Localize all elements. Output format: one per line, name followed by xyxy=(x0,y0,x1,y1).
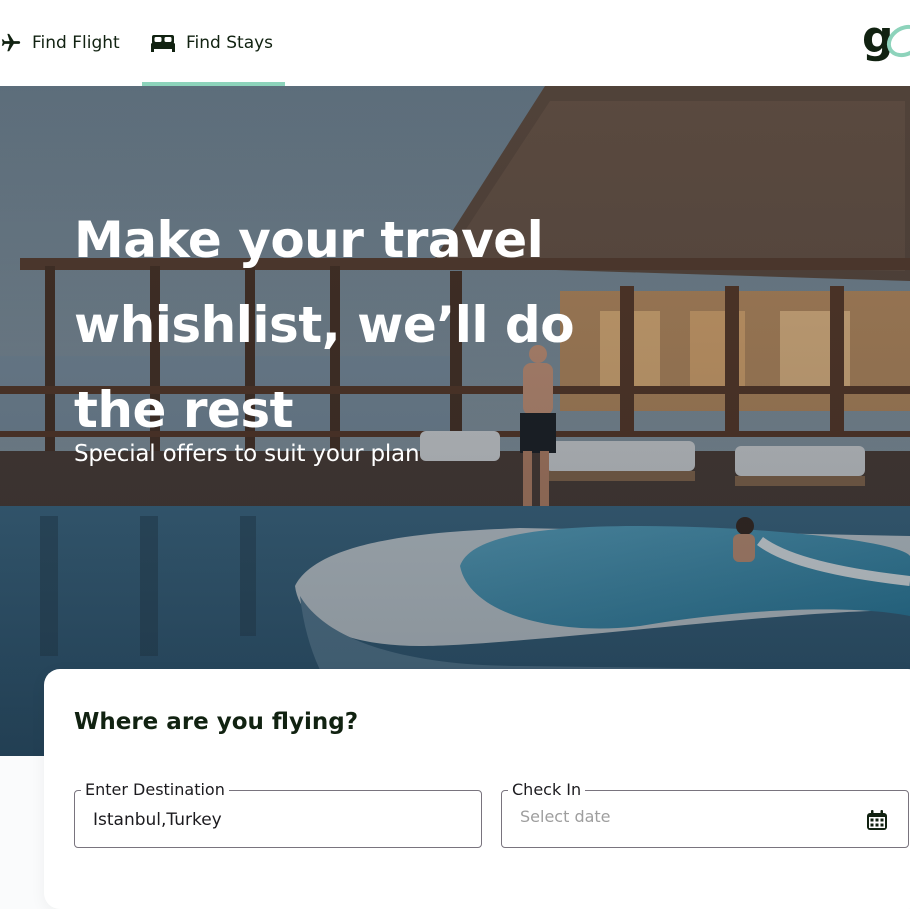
hero-title: Make your travel whishlist, we’ll do the… xyxy=(74,211,575,439)
nav-find-stays[interactable]: Find Stays xyxy=(142,0,286,86)
destination-field[interactable]: Enter Destination Istanbul,Turkey xyxy=(74,780,482,848)
bed-icon xyxy=(150,32,176,54)
check-in-label: Check In xyxy=(508,780,586,799)
airplane-icon xyxy=(0,32,22,54)
destination-label: Enter Destination xyxy=(81,780,229,799)
hero-subtitle: Special offers to suit your plan xyxy=(74,441,420,467)
check-in-field[interactable]: Check In xyxy=(501,780,909,848)
top-nav: Find Flight Find Stays g xyxy=(0,0,910,86)
destination-value[interactable]: Istanbul,Turkey xyxy=(93,810,222,830)
nav-find-flight[interactable]: Find Flight xyxy=(0,0,120,86)
golobe-logo[interactable]: g xyxy=(860,18,910,64)
nav-find-stays-label: Find Stays xyxy=(186,33,274,53)
search-card-title: Where are you flying? xyxy=(74,709,359,735)
hero-banner: Make your travel whishlist, we’ll do the… xyxy=(0,86,910,756)
calendar-icon[interactable] xyxy=(866,809,888,835)
nav-find-flight-label: Find Flight xyxy=(32,33,120,53)
search-card: Where are you flying? Enter Destination … xyxy=(44,669,910,909)
check-in-input[interactable] xyxy=(520,807,820,826)
